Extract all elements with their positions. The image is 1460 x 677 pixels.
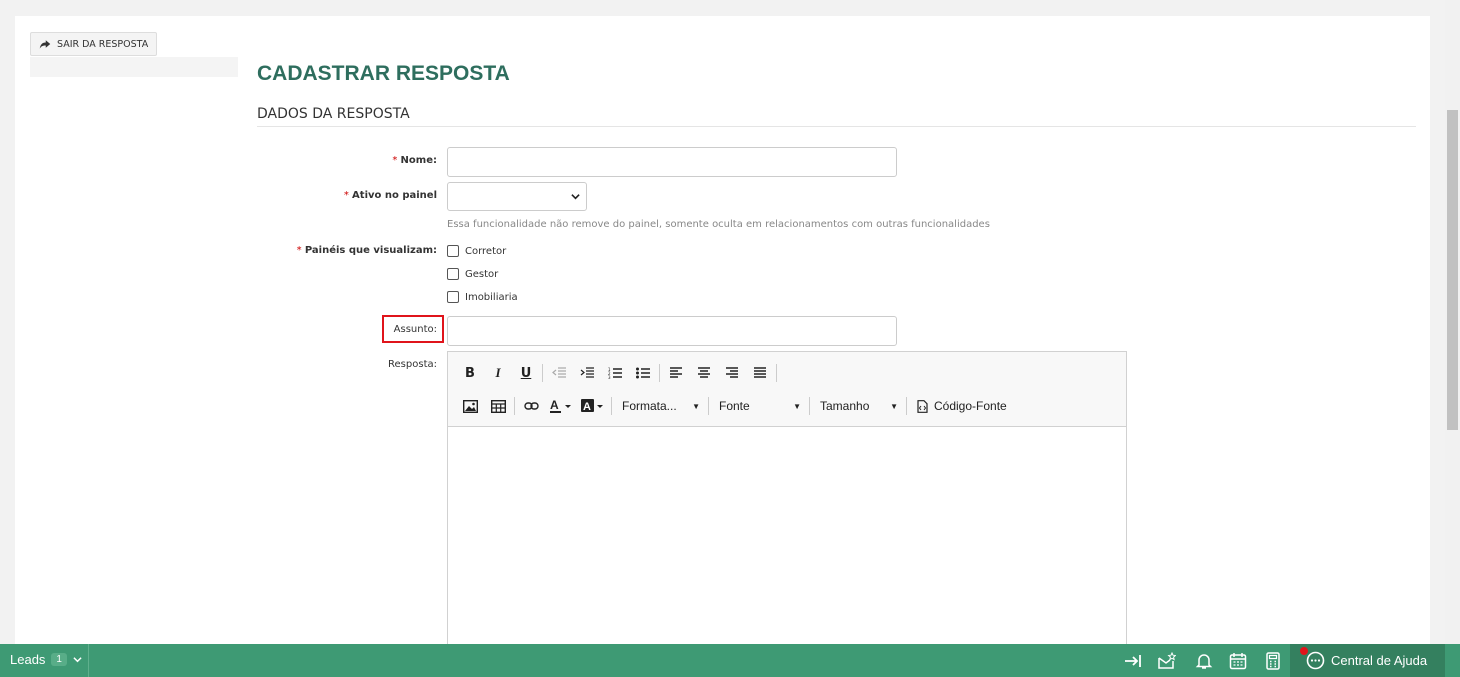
italic-button[interactable]: I [484,362,512,384]
checkbox-corretor[interactable]: Corretor [447,245,506,257]
size-dropdown[interactable]: Tamanho ▼ [812,395,904,417]
toolbar-separator [659,364,660,382]
paineis-label: * Painéis que visualizam: [296,245,437,256]
leads-count-badge: 1 [51,653,67,666]
format-dropdown[interactable]: Formata... ▼ [614,395,706,417]
toolbar-separator [809,397,810,415]
ativo-label: * Ativo no painel [343,190,437,201]
dropdown-arrow-icon: ▼ [890,401,898,411]
nome-input[interactable] [447,147,897,177]
checkbox-box[interactable] [447,268,459,280]
dropdown-arrow-icon: ▼ [692,401,700,411]
exit-response-button[interactable]: SAIR DA RESPOSTA [30,32,157,56]
leads-selector[interactable]: Leads 1 [10,652,82,667]
source-code-button[interactable]: Código-Fonte [909,395,1013,417]
align-right-icon[interactable] [718,362,746,384]
svg-text:A: A [550,399,559,412]
toolbar-separator [906,397,907,415]
calendar-icon[interactable] [1229,652,1247,670]
svg-text:A: A [583,401,591,413]
bullet-list-icon[interactable] [629,362,657,384]
assunto-input[interactable] [447,316,897,346]
notification-dot [1300,647,1308,655]
bold-button[interactable]: B [456,362,484,384]
numbered-list-icon[interactable]: 123 [601,362,629,384]
collapse-arrow-icon[interactable] [1124,652,1142,670]
chevron-down-icon [73,657,82,663]
bottom-bar: Leads 1 Central de Ajuda [0,644,1460,677]
align-left-icon[interactable] [662,362,690,384]
toolbar-separator [708,397,709,415]
chevron-down-icon [571,194,580,200]
editor-toolbar: B I U 123 A A Formata... ▼ Fonte ▼ Taman… [448,352,1126,427]
page-title: CADASTRAR RESPOSTA [257,62,510,85]
font-dropdown[interactable]: Fonte ▼ [711,395,807,417]
section-divider [257,126,1416,127]
checkbox-box[interactable] [447,291,459,303]
background-color-icon[interactable]: A [577,395,609,417]
ativo-label-wrap: * Ativo no painel [265,190,437,204]
checkbox-box[interactable] [447,245,459,257]
help-center-button[interactable]: Central de Ajuda [1290,644,1445,677]
nome-label: * Nome: [392,155,437,166]
toolbar-separator [611,397,612,415]
indent-icon[interactable] [573,362,601,384]
svg-text:3: 3 [608,375,611,379]
source-code-icon [917,399,928,413]
chat-bubble-icon [1306,651,1325,670]
rich-text-editor[interactable]: B I U 123 A A Formata... ▼ Fonte ▼ Taman… [447,351,1127,661]
toolbar-separator [776,364,777,382]
text-color-icon[interactable]: A [545,395,577,417]
resposta-label-wrap: Resposta: [265,359,437,373]
assunto-highlight-box [382,315,444,343]
checkbox-imobiliaria[interactable]: Imobiliaria [447,291,518,303]
align-center-icon[interactable] [690,362,718,384]
nome-label-wrap: * Nome: [265,155,437,169]
ativo-select[interactable] [447,182,587,211]
exit-response-label: SAIR DA RESPOSTA [57,38,149,50]
calculator-icon[interactable] [1264,652,1282,670]
bell-icon[interactable] [1195,652,1213,670]
vertical-scrollbar[interactable] [1445,0,1460,644]
ativo-hint: Essa funcionalidade não remove do painel… [447,219,990,230]
dropdown-arrow-icon: ▼ [793,401,801,411]
mail-star-icon[interactable] [1158,652,1176,670]
toolbar-separator [542,364,543,382]
paineis-label-wrap: * Painéis que visualizam: [265,245,437,259]
link-icon[interactable] [517,395,545,417]
align-justify-icon[interactable] [746,362,774,384]
outdent-icon[interactable] [545,362,573,384]
image-icon[interactable] [456,395,484,417]
scrollbar-thumb[interactable] [1447,110,1458,430]
bar-divider [88,644,89,677]
table-icon[interactable] [484,395,512,417]
toolbar-row-1: B I U 123 [456,362,779,384]
section-title: DADOS DA RESPOSTA [257,106,410,122]
checkbox-gestor[interactable]: Gestor [447,268,498,280]
toolbar-row-2: A A Formata... ▼ Fonte ▼ Tamanho ▼ Código-F… [456,395,1013,417]
sidebar-strip [30,57,238,77]
toolbar-separator [514,397,515,415]
resposta-label: Resposta: [388,359,437,370]
underline-button[interactable]: U [512,362,540,384]
share-arrow-icon [39,40,51,49]
